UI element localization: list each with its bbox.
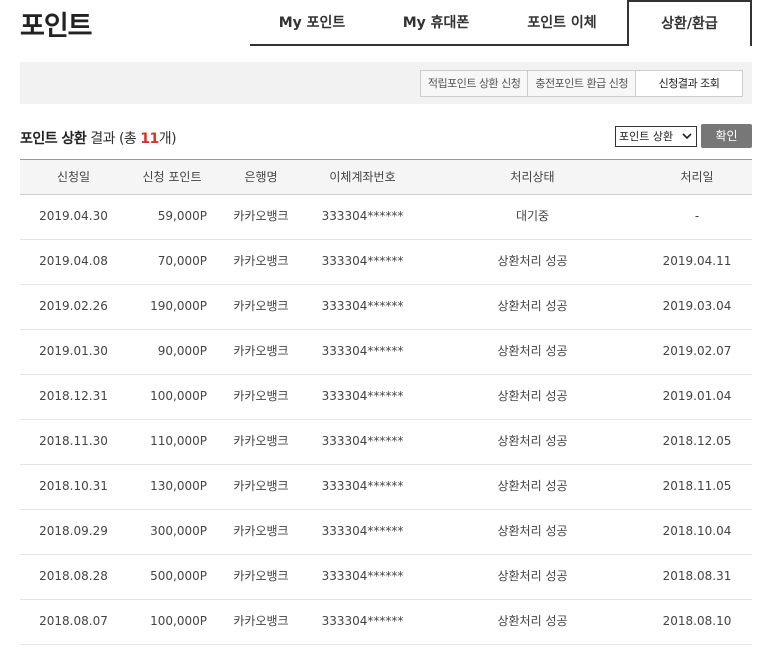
cell-account: 333304****** <box>321 479 404 493</box>
cell-apply-points: 100,000P <box>150 614 207 628</box>
cell-status: 상환처리 성공 <box>497 254 568 268</box>
cell-process-date: 2019.03.04 <box>662 299 732 313</box>
cell-apply-date: 2018.09.29 <box>39 524 108 538</box>
table-row: 2019.01.30 90,000P 카카오뱅크 333304****** 상환처리 성… <box>20 330 752 375</box>
cell-status: 상환처리 성공 <box>497 524 568 538</box>
cell-process-date: 2018.11.05 <box>662 479 732 493</box>
table-row: 2019.04.08 70,000P 카카오뱅크 333304****** 상환처리 성… <box>20 240 752 285</box>
cell-account: 333304****** <box>321 389 404 403</box>
cell-apply-date: 2018.08.07 <box>39 614 108 628</box>
cell-bank: 카카오뱅크 <box>233 614 289 628</box>
cell-apply-points: 500,000P <box>150 569 207 583</box>
tab-my-phone[interactable]: My 휴대폰 <box>374 0 498 44</box>
cell-apply-points: 59,000P <box>157 209 207 223</box>
table-row: 2018.08.28 500,000P 카카오뱅크 333304****** 상환처리 … <box>20 555 752 600</box>
cell-bank: 카카오뱅크 <box>233 209 289 223</box>
table-row: 2019.02.26 190,000P 카카오뱅크 333304****** 상환처리 … <box>20 285 752 330</box>
cell-process-date: 2018.12.05 <box>662 434 732 448</box>
cell-apply-points: 90,000P <box>157 344 207 358</box>
cell-bank: 카카오뱅크 <box>233 434 289 448</box>
tab-my-point[interactable]: My 포인트 <box>250 0 374 44</box>
header-account: 이체계좌번호 <box>329 170 396 184</box>
header-apply-points: 신청 포인트 <box>142 170 202 184</box>
cell-apply-points: 100,000P <box>150 389 207 403</box>
result-title-rest: 결과 (총 <box>86 131 141 147</box>
cell-account: 333304****** <box>321 434 404 448</box>
subnav-item-result-lookup[interactable]: 신청결과 조회 <box>636 71 742 96</box>
cell-status: 상환처리 성공 <box>497 479 568 493</box>
cell-apply-points: 190,000P <box>150 299 207 313</box>
type-select-value: 포인트 상환 <box>619 130 674 143</box>
cell-status: 상환처리 성공 <box>497 434 568 448</box>
cell-status: 상환처리 성공 <box>497 614 568 628</box>
cell-process-date: 2019.01.04 <box>662 389 732 403</box>
subnav-item-refund-apply[interactable]: 충전포인트 환급 신청 <box>528 71 636 96</box>
subnav-panel: 적립포인트 상환 신청 충전포인트 환급 신청 신청결과 조회 <box>20 62 752 104</box>
subnav: 적립포인트 상환 신청 충전포인트 환급 신청 신청결과 조회 <box>419 70 743 97</box>
cell-apply-points: 300,000P <box>150 524 207 538</box>
cell-account: 333304****** <box>321 344 404 358</box>
result-title: 포인트 상환 결과 (총 11개) <box>20 128 177 148</box>
cell-status: 상환처리 성공 <box>497 389 568 403</box>
header-status: 처리상태 <box>510 170 555 184</box>
cell-apply-points: 70,000P <box>157 254 207 268</box>
result-table: 신청일 신청 포인트 은행명 이체계좌번호 처리상태 처리일 2019.04.3… <box>20 159 752 645</box>
type-select[interactable]: 포인트 상환 <box>615 126 697 147</box>
cell-status: 대기중 <box>515 209 550 223</box>
cell-account: 333304****** <box>321 569 404 583</box>
cell-apply-points: 110,000P <box>150 434 207 448</box>
cell-bank: 카카오뱅크 <box>233 479 289 493</box>
cell-status: 상환처리 성공 <box>497 299 568 313</box>
cell-account: 333304****** <box>321 254 404 268</box>
cell-bank: 카카오뱅크 <box>233 254 289 268</box>
cell-bank: 카카오뱅크 <box>233 569 289 583</box>
cell-account: 333304****** <box>321 614 404 628</box>
cell-account: 333304****** <box>321 209 404 223</box>
cell-account: 333304****** <box>321 524 404 538</box>
table-row: 2018.11.30 110,000P 카카오뱅크 333304****** 상환처리 … <box>20 420 752 465</box>
tab-point-transfer[interactable]: 포인트 이체 <box>498 0 626 44</box>
cell-process-date: 2019.04.11 <box>662 254 732 268</box>
cell-process-date: - <box>694 209 700 223</box>
cell-bank: 카카오뱅크 <box>233 344 289 358</box>
table-row: 2018.09.29 300,000P 카카오뱅크 333304****** 상환처리 … <box>20 510 752 555</box>
cell-bank: 카카오뱅크 <box>233 389 289 403</box>
table-row: 2019.04.30 59,000P 카카오뱅크 333304****** 대기중 - <box>20 195 752 240</box>
cell-account: 333304****** <box>321 299 404 313</box>
cell-process-date: 2019.02.07 <box>662 344 732 358</box>
cell-apply-date: 2018.08.28 <box>39 569 108 583</box>
cell-process-date: 2018.10.04 <box>662 524 732 538</box>
table-row: 2018.12.31 100,000P 카카오뱅크 333304****** 상환처리 … <box>20 375 752 420</box>
table-body: 2019.04.30 59,000P 카카오뱅크 333304****** 대기중 -20… <box>20 195 752 645</box>
cell-bank: 카카오뱅크 <box>233 524 289 538</box>
cell-apply-date: 2018.12.31 <box>39 389 108 403</box>
cell-process-date: 2018.08.31 <box>662 569 732 583</box>
result-title-suffix: 개) <box>158 131 177 147</box>
cell-apply-date: 2018.10.31 <box>39 479 108 493</box>
cell-apply-date: 2019.01.30 <box>39 344 108 358</box>
cell-status: 상환처리 성공 <box>497 569 568 583</box>
header-bank: 은행명 <box>244 170 278 184</box>
cell-apply-date: 2019.04.08 <box>39 254 108 268</box>
cell-apply-points: 130,000P <box>150 479 207 493</box>
table-row: 2018.08.07 100,000P 카카오뱅크 333304****** 상환처리 … <box>20 600 752 645</box>
cell-bank: 카카오뱅크 <box>233 299 289 313</box>
page-title: 포인트 <box>20 11 93 42</box>
cell-apply-date: 2018.11.30 <box>39 434 108 448</box>
header-process-date: 처리일 <box>680 170 714 184</box>
subnav-item-repay-apply[interactable]: 적립포인트 상환 신청 <box>421 71 529 96</box>
cell-process-date: 2018.08.10 <box>662 614 732 628</box>
chevron-down-icon <box>682 133 692 140</box>
table-row: 2018.10.31 130,000P 카카오뱅크 333304****** 상환처리 … <box>20 465 752 510</box>
header-apply-date: 신청일 <box>56 170 91 184</box>
cell-apply-date: 2019.04.30 <box>39 209 108 223</box>
cell-apply-date: 2019.02.26 <box>39 299 108 313</box>
result-title-strong: 포인트 상환 <box>20 131 87 147</box>
tab-repay-refund[interactable]: 상환/환급 <box>627 0 752 46</box>
confirm-button[interactable]: 확인 <box>701 124 752 148</box>
table-header: 신청일 신청 포인트 은행명 이체계좌번호 처리상태 처리일 <box>20 159 752 195</box>
cell-status: 상환처리 성공 <box>497 344 568 358</box>
result-count: 11 <box>140 131 159 147</box>
main-tabs: My 포인트 My 휴대폰 포인트 이체 상환/환급 <box>250 0 752 46</box>
